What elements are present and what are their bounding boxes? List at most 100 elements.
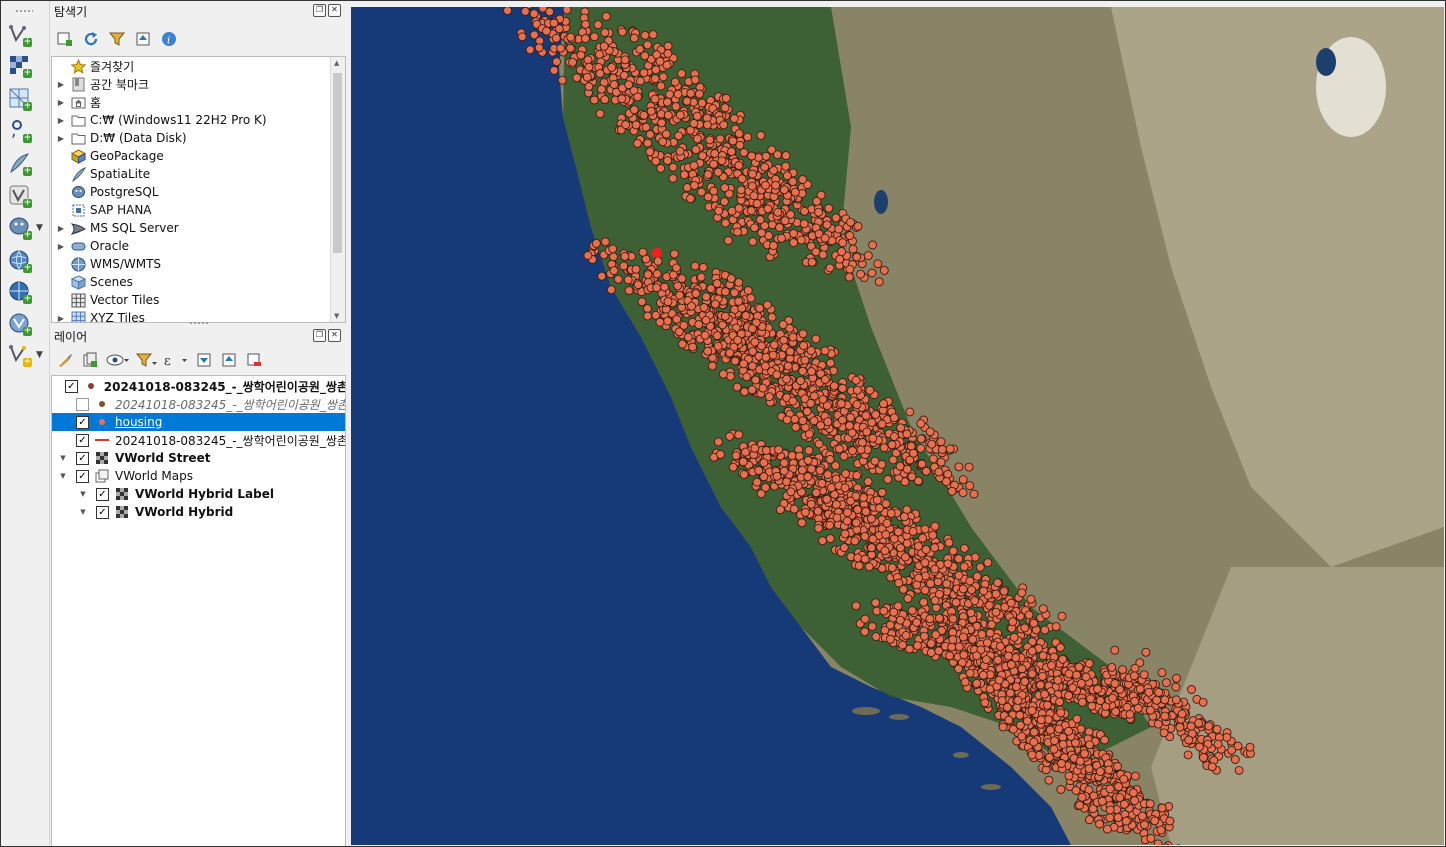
collapse-arrow-icon[interactable]: ▼ — [56, 472, 70, 480]
add-spatialite-button[interactable]: + — [6, 150, 32, 176]
add-raster-layer-button[interactable]: + — [6, 52, 32, 78]
housing-point — [807, 464, 816, 474]
housing-point — [783, 361, 793, 371]
layer-row[interactable]: 20241018-083245_-_쌍학어린이공원_쌍촌 — [52, 395, 345, 413]
browser-item[interactable]: ▶ 공간 북마크 — [56, 75, 149, 93]
add-virtual-layer-button[interactable]: + — [6, 182, 32, 208]
housing-point — [1064, 771, 1074, 781]
panel-splitter[interactable] — [51, 321, 347, 325]
undock-button[interactable]: ❐ — [313, 329, 326, 342]
browser-item-label: Vector Tiles — [90, 293, 160, 307]
browser-item[interactable]: ▶ Oracle — [56, 237, 129, 255]
expand-arrow-icon[interactable]: ▶ — [56, 80, 66, 89]
scroll-down-icon[interactable]: ▼ — [334, 312, 339, 320]
layer-row[interactable]: ▼ ✓ VWorld Hybrid — [52, 503, 345, 521]
toolbar-grip[interactable] — [15, 9, 33, 13]
collapse-arrow-icon[interactable]: ▼ — [76, 508, 90, 516]
close-panel-button[interactable]: ✕ — [328, 329, 341, 342]
layer-visibility-checkbox[interactable]: ✓ — [76, 469, 89, 483]
housing-point — [706, 284, 716, 294]
browser-item[interactable]: WMS/WMTS — [56, 255, 161, 273]
browser-item[interactable]: ▶ MS SQL Server — [56, 219, 179, 237]
add-vector-layer-button[interactable]: + — [6, 21, 32, 47]
layer-row[interactable]: ▼ ✓ VWorld Hybrid Label — [52, 485, 345, 503]
remove-layer-button[interactable] — [244, 350, 264, 370]
expression-filter-button[interactable]: ε — [163, 350, 189, 370]
housing-point — [595, 69, 605, 78]
housing-point — [931, 630, 941, 640]
browser-item[interactable]: Vector Tiles — [56, 291, 159, 309]
housing-point — [926, 579, 935, 588]
close-panel-button[interactable]: ✕ — [328, 4, 341, 17]
dropdown-arrow-icon[interactable]: ▼ — [36, 350, 43, 360]
layer-visibility-checkbox[interactable]: ✓ — [76, 451, 89, 465]
add-mesh-layer-button[interactable]: + — [6, 85, 32, 111]
collapse-all-layers-button[interactable] — [219, 350, 239, 370]
folder-icon — [70, 112, 86, 128]
browser-item[interactable]: SAP HANA — [56, 201, 152, 219]
scroll-up-icon[interactable]: ▲ — [334, 59, 339, 67]
browser-item[interactable]: 즐겨찾기 — [56, 57, 134, 75]
expand-arrow-icon[interactable]: ▶ — [56, 224, 66, 233]
expand-arrow-icon[interactable]: ▶ — [56, 134, 66, 143]
style-button[interactable] — [55, 350, 75, 370]
housing-point — [734, 430, 744, 440]
add-selected-layers-button[interactable] — [55, 29, 75, 49]
housing-point — [679, 170, 689, 180]
browser-item[interactable]: ▶ 홈 — [56, 93, 101, 111]
collapse-all-button[interactable] — [133, 29, 153, 49]
browser-item[interactable]: PostgreSQL — [56, 183, 159, 201]
layer-visibility-checkbox[interactable]: ✓ — [76, 433, 89, 447]
layer-row[interactable]: ▼ ✓ VWorld Street — [52, 449, 345, 467]
housing-point — [788, 396, 798, 406]
undock-button[interactable]: ❐ — [313, 4, 326, 17]
expand-arrow-icon[interactable]: ▶ — [56, 116, 66, 125]
layer-visibility-checkbox[interactable]: ✓ — [64, 379, 78, 393]
layer-visibility-checkbox[interactable]: ✓ — [96, 487, 109, 501]
dropdown-arrow-icon[interactable]: ▼ — [36, 223, 43, 233]
add-postgis-button[interactable]: + — [6, 214, 32, 240]
manage-visibility-button[interactable] — [105, 350, 131, 370]
housing-point — [1020, 623, 1030, 633]
browser-item[interactable]: ▶ D:₩ (Data Disk) — [56, 129, 187, 147]
add-delimited-text-button[interactable]: , + — [6, 117, 32, 143]
layer-row[interactable]: ✓ 20241018-083245_-_쌍학어린이공원_쌍촌 — [52, 377, 345, 395]
info-button[interactable]: i — [159, 29, 179, 49]
scroll-thumb[interactable] — [333, 73, 342, 253]
housing-point — [641, 122, 651, 132]
browser-item[interactable]: GeoPackage — [56, 147, 164, 165]
expand-all-button[interactable] — [194, 350, 214, 370]
layer-visibility-checkbox[interactable]: ✓ — [76, 415, 89, 429]
filter-legend-button[interactable] — [136, 350, 158, 370]
layer-row[interactable]: ✓ housing — [52, 413, 345, 431]
layer-row[interactable]: ▼ ✓ VWorld Maps — [52, 467, 345, 485]
new-layer-button[interactable]: + — [6, 341, 32, 367]
expand-arrow-icon[interactable]: ▶ — [56, 98, 66, 107]
selected-feature-point[interactable] — [652, 248, 662, 258]
housing-point — [1064, 726, 1074, 736]
filter-legend-icon — [136, 353, 157, 367]
browser-item[interactable]: Scenes — [56, 273, 133, 291]
collapse-arrow-icon[interactable]: ▼ — [56, 454, 70, 462]
browser-item[interactable]: SpatiaLite — [56, 165, 150, 183]
housing-point — [873, 259, 883, 269]
housing-point — [609, 80, 619, 89]
layer-row[interactable]: ✓ 20241018-083245_-_쌍학어린이공원_쌍촌 — [52, 431, 345, 449]
refresh-button[interactable] — [81, 29, 101, 49]
filter-button[interactable] — [107, 29, 127, 49]
add-wcs-button[interactable]: + — [6, 310, 32, 336]
layer-visibility-checkbox[interactable]: ✓ — [96, 505, 109, 519]
add-wms-button[interactable]: + — [6, 247, 32, 273]
housing-point — [1199, 753, 1208, 763]
layer-visibility-checkbox[interactable] — [76, 397, 89, 411]
map-canvas[interactable] — [351, 7, 1444, 845]
add-wfs-button[interactable]: + — [6, 278, 32, 304]
housing-point — [984, 600, 994, 610]
browser-item[interactable]: ▶ C:₩ (Windows11 22H2 Pro K) — [56, 111, 267, 129]
housing-point — [796, 235, 806, 245]
browser-scrollbar[interactable]: ▲ ▼ — [330, 57, 345, 322]
expand-arrow-icon[interactable]: ▶ — [56, 242, 66, 251]
housing-point — [643, 40, 652, 50]
collapse-arrow-icon[interactable]: ▼ — [76, 490, 90, 498]
add-group-button[interactable] — [80, 350, 100, 370]
